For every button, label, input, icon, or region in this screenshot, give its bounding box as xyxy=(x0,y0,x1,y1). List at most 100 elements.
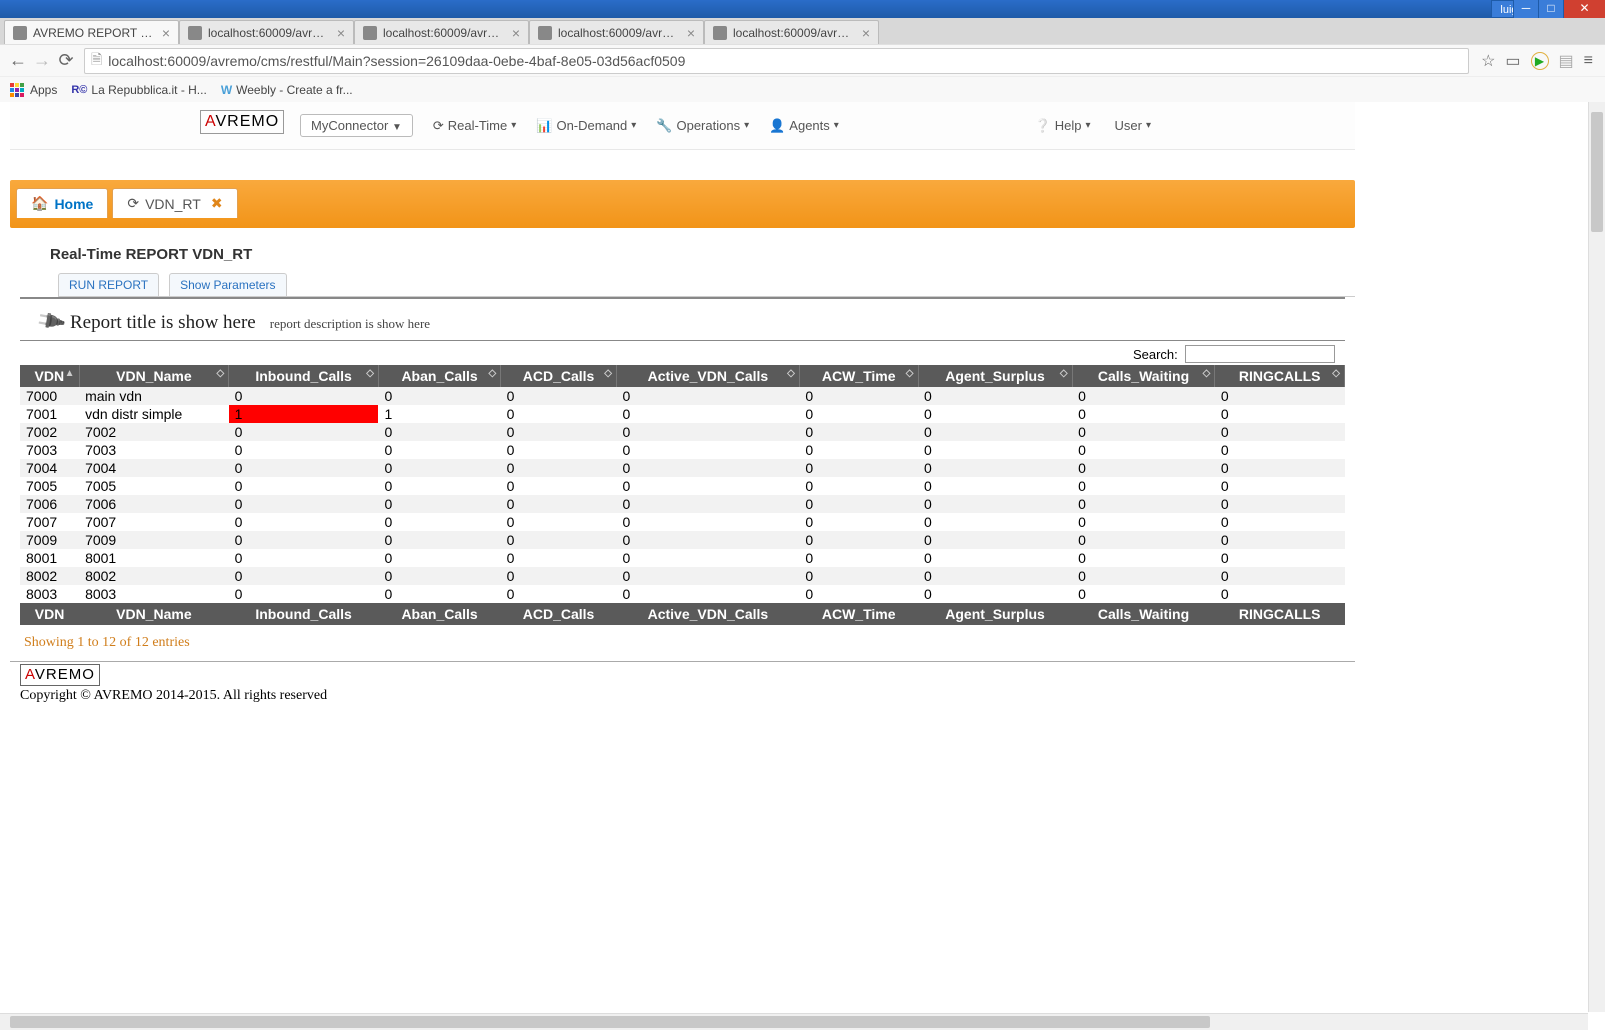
cell-vdn: 7001 xyxy=(20,405,79,423)
bookmark-label: La Repubblica.it - H... xyxy=(91,83,206,97)
column-header[interactable]: ACD_Calls◇ xyxy=(501,365,617,387)
cell-acw: 0 xyxy=(799,495,918,513)
refresh-icon: ⟳ xyxy=(127,195,139,212)
cell-acw: 0 xyxy=(799,405,918,423)
table-row[interactable]: 7002700200000000 xyxy=(20,423,1345,441)
ondemand-menu[interactable]: 📊On-Demand ▾ xyxy=(536,118,636,134)
table-row[interactable]: 7007700700000000 xyxy=(20,513,1345,531)
tab-label: Home xyxy=(54,196,93,212)
cell-vdn: 7005 xyxy=(20,477,79,495)
table-row[interactable]: 8002800200000000 xyxy=(20,567,1345,585)
window-minimize-button[interactable]: ─ xyxy=(1513,0,1538,18)
window-maximize-button[interactable]: □ xyxy=(1538,0,1563,18)
tab-home[interactable]: 🏠 Home xyxy=(16,188,108,218)
column-header[interactable]: VDN▲ xyxy=(20,365,79,387)
browser-tab[interactable]: localhost:60009/avremo/c× xyxy=(179,20,354,44)
app-topbar: AVREMO MyConnector ▼ ⟳Real-Time ▾ 📊On-De… xyxy=(10,102,1355,150)
vertical-scrollbar[interactable] xyxy=(1588,102,1605,1012)
search-row: Search: xyxy=(10,341,1355,365)
table-row[interactable]: 7005700500000000 xyxy=(20,477,1345,495)
chrome-menu-icon[interactable]: ≡ xyxy=(1584,52,1593,70)
table-row[interactable]: 7000main vdn00000000 xyxy=(20,387,1345,405)
cell-surplus: 0 xyxy=(918,387,1072,405)
tab-close-icon[interactable]: × xyxy=(687,25,695,41)
weebly-bookmark[interactable]: W Weebly - Create a fr... xyxy=(221,83,353,97)
window-close-button[interactable]: ✕ xyxy=(1563,0,1605,18)
menu-label: On-Demand xyxy=(556,118,627,133)
cell-surplus: 0 xyxy=(918,477,1072,495)
cast-icon[interactable]: ▭ xyxy=(1505,51,1520,71)
sort-icon: ◇ xyxy=(366,368,374,379)
sort-icon: ◇ xyxy=(787,368,795,379)
tab-close-icon[interactable]: ✖ xyxy=(211,195,223,212)
column-header[interactable]: Inbound_Calls◇ xyxy=(229,365,379,387)
agents-menu[interactable]: 👤Agents ▾ xyxy=(769,118,839,134)
cell-aban: 0 xyxy=(378,495,500,513)
table-row[interactable]: 7001vdn distr simple11000000 xyxy=(20,405,1345,423)
cell-inbound: 0 xyxy=(229,513,379,531)
extension-play-icon[interactable]: ▶ xyxy=(1531,52,1549,70)
sort-icon: ▲ xyxy=(65,368,75,379)
user-menu[interactable]: User ▾ xyxy=(1115,118,1151,134)
table-row[interactable]: 8001800100000000 xyxy=(20,549,1345,567)
scrollbar-thumb[interactable] xyxy=(10,1016,1210,1028)
show-parameters-button[interactable]: Show Parameters xyxy=(169,273,286,296)
cell-ring: 0 xyxy=(1215,459,1345,477)
operations-menu[interactable]: 🔧Operations ▾ xyxy=(656,118,749,134)
bookmark-star-icon[interactable]: ☆ xyxy=(1481,51,1495,71)
cell-surplus: 0 xyxy=(918,405,1072,423)
repubblica-bookmark[interactable]: R© La Repubblica.it - H... xyxy=(71,83,206,97)
tab-close-icon[interactable]: × xyxy=(862,25,870,41)
apps-bookmark[interactable]: Apps xyxy=(10,83,57,97)
cell-waiting: 0 xyxy=(1072,549,1215,567)
browser-tab[interactable]: localhost:60009/avremo/c× xyxy=(354,20,529,44)
search-input[interactable] xyxy=(1185,345,1335,363)
tab-vdn-rt[interactable]: ⟳ VDN_RT ✖ xyxy=(112,188,237,218)
table-row[interactable]: 7006700600000000 xyxy=(20,495,1345,513)
tab-close-icon[interactable]: × xyxy=(162,25,170,41)
sort-icon: ◇ xyxy=(1203,368,1211,379)
column-footer: Active_VDN_Calls xyxy=(616,603,799,625)
bookmark-label: Weebly - Create a fr... xyxy=(236,83,353,97)
cell-active: 0 xyxy=(616,495,799,513)
cell-vdn: 7007 xyxy=(20,513,79,531)
cell-inbound: 0 xyxy=(229,459,379,477)
horizontal-scrollbar[interactable] xyxy=(0,1013,1588,1030)
column-header[interactable]: Calls_Waiting◇ xyxy=(1072,365,1215,387)
table-row[interactable]: 7003700300000000 xyxy=(20,441,1345,459)
table-row[interactable]: 7004700400000000 xyxy=(20,459,1345,477)
cell-acw: 0 xyxy=(799,567,918,585)
tab-close-icon[interactable]: × xyxy=(337,25,345,41)
cell-vdn: 7009 xyxy=(20,531,79,549)
cell-inbound: 0 xyxy=(229,477,379,495)
run-report-button[interactable]: RUN REPORT xyxy=(58,273,159,296)
cell-name: 8001 xyxy=(79,549,229,567)
cell-name: 7006 xyxy=(79,495,229,513)
column-header[interactable]: Agent_Surplus◇ xyxy=(918,365,1072,387)
back-button[interactable]: ← xyxy=(6,50,30,71)
column-header[interactable]: RINGCALLS◇ xyxy=(1215,365,1345,387)
favicon xyxy=(713,26,727,40)
browser-tab[interactable]: AVREMO REPORT EXPLOR× xyxy=(4,20,179,44)
report-actions: RUN REPORT Show Parameters xyxy=(10,273,1355,297)
browser-tab[interactable]: localhost:60009/avremo/c× xyxy=(704,20,879,44)
table-row[interactable]: 8003800300000000 xyxy=(20,585,1345,603)
cell-vdn: 8003 xyxy=(20,585,79,603)
column-header[interactable]: VDN_Name◇ xyxy=(79,365,229,387)
column-header[interactable]: Aban_Calls◇ xyxy=(378,365,500,387)
column-header[interactable]: Active_VDN_Calls◇ xyxy=(616,365,799,387)
forward-button[interactable]: → xyxy=(30,50,54,71)
address-bar[interactable]: 🗎 localhost:60009/avremo/cms/restful/Mai… xyxy=(84,48,1469,74)
browser-tab[interactable]: localhost:60009/avremo/c× xyxy=(529,20,704,44)
cell-name: main vdn xyxy=(79,387,229,405)
extension-icon[interactable]: ▤ xyxy=(1559,51,1574,71)
scrollbar-thumb[interactable] xyxy=(1591,112,1603,232)
reload-button[interactable]: ⟳ xyxy=(54,50,78,71)
realtime-menu[interactable]: ⟳Real-Time ▾ xyxy=(433,118,516,134)
cell-active: 0 xyxy=(616,423,799,441)
connector-selector[interactable]: MyConnector ▼ xyxy=(300,114,413,137)
tab-close-icon[interactable]: × xyxy=(512,25,520,41)
help-menu[interactable]: ❔Help ▾ xyxy=(1035,118,1091,134)
column-header[interactable]: ACW_Time◇ xyxy=(799,365,918,387)
table-row[interactable]: 7009700900000000 xyxy=(20,531,1345,549)
